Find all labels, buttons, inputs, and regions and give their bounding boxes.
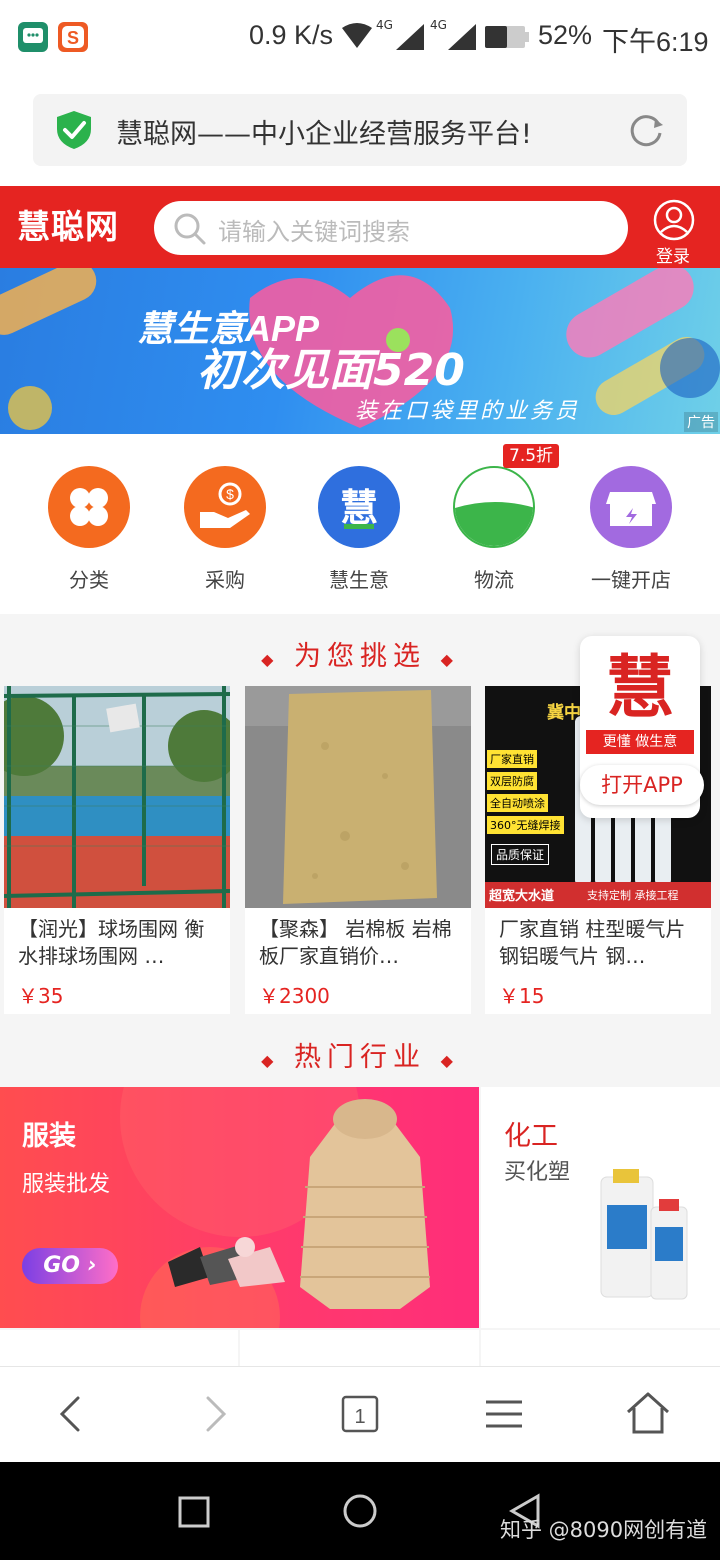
search-placeholder: 请输入关键词搜索 xyxy=(218,218,410,246)
product-title: 【聚森】 岩棉板 岩棉板厂家直销价… xyxy=(259,917,452,968)
site-logo[interactable]: 慧聪网 xyxy=(17,200,119,248)
product-image xyxy=(245,686,471,908)
signal-icon-1 xyxy=(396,24,424,54)
nav-category[interactable]: 分类 xyxy=(29,466,149,592)
network-type-2: 4G xyxy=(430,18,447,32)
radiator-tag: 双层防腐 xyxy=(487,772,537,790)
battery-icon xyxy=(485,26,529,52)
clock: 下午6:19 xyxy=(602,27,709,57)
nav-label: 一键开店 xyxy=(591,568,671,592)
nav-label: 物流 xyxy=(474,568,514,592)
product-price: ￥2300 xyxy=(259,984,330,1008)
go-button[interactable]: GO › xyxy=(22,1248,118,1284)
go-label: GO xyxy=(43,1253,81,1278)
radiator-brand: 冀中 xyxy=(547,703,581,723)
radiator-caption: 支持定制 承接工程 xyxy=(587,889,679,902)
clover-icon xyxy=(48,466,130,548)
radiator-tag: 厂家直销 xyxy=(487,750,537,768)
section-title-text: 热门行业 xyxy=(294,1042,426,1073)
industry-card-partial[interactable] xyxy=(481,1330,720,1366)
nav-open-store[interactable]: 一键开店 xyxy=(571,466,691,592)
product-price: ￥35 xyxy=(18,984,64,1008)
svg-text:$: $ xyxy=(226,486,234,502)
chat-app-icon xyxy=(18,22,48,52)
watermark: 知乎 @8090网创有道 xyxy=(500,1518,708,1542)
radiator-caption: 超宽大水道 xyxy=(489,889,555,904)
svg-text:S: S xyxy=(67,28,79,48)
title-dot: ◆ xyxy=(261,650,280,669)
industry-subtitle: 服装批发 xyxy=(22,1172,111,1197)
home-icon[interactable] xyxy=(624,1390,672,1438)
back-icon[interactable] xyxy=(48,1390,96,1438)
forward-icon[interactable] xyxy=(190,1390,238,1438)
title-dot: ◆ xyxy=(261,1051,280,1070)
industry-card-partial[interactable] xyxy=(240,1330,479,1366)
nav-purchase[interactable]: $ 采购 xyxy=(165,466,285,592)
section-title-text: 为您挑选 xyxy=(294,641,426,672)
app-slogan: 更懂 做生意 xyxy=(586,730,694,754)
nav-label: 采购 xyxy=(205,568,245,592)
product-card[interactable]: 【润光】球场围网 衡水排球场围网 … ￥35 xyxy=(4,686,230,1014)
hui-logo-icon: 慧 xyxy=(318,466,400,548)
search-icon xyxy=(172,211,208,251)
nav-huishengyi[interactable]: 慧 慧生意 xyxy=(299,466,419,592)
svg-text:慧: 慧 xyxy=(340,486,378,530)
title-dot: ◆ xyxy=(440,650,459,669)
product-title: 【润光】球场围网 衡水排球场围网 … xyxy=(18,917,205,968)
secure-shield-icon xyxy=(55,110,93,154)
radiator-tag: 全自动喷涂 xyxy=(487,794,548,812)
battery-percent: 52% xyxy=(538,20,593,50)
industry-subtitle: 买化塑 xyxy=(504,1160,571,1185)
page-title: 慧聪网——中小企业经营服务平台! xyxy=(116,119,532,150)
product-card[interactable]: 【聚森】 岩棉板 岩棉板厂家直销价… ￥2300 xyxy=(245,686,471,1014)
app-logo: 慧 xyxy=(605,649,674,728)
network-type-1: 4G xyxy=(376,18,393,32)
recents-icon[interactable] xyxy=(176,1494,212,1534)
industry-name: 服装 xyxy=(22,1121,76,1152)
system-home-icon[interactable] xyxy=(341,1492,379,1534)
nav-label: 慧生意 xyxy=(329,568,389,592)
radiator-tag: 360°无缝焊接 xyxy=(487,816,564,834)
open-app-button[interactable]: 打开APP xyxy=(580,765,704,805)
user-icon[interactable] xyxy=(652,198,696,246)
menu-icon[interactable] xyxy=(480,1390,528,1438)
nav-logistics[interactable]: 物流 xyxy=(434,466,554,592)
wifi-icon xyxy=(340,22,374,54)
industry-card-partial[interactable] xyxy=(0,1330,238,1366)
signal-icon-2 xyxy=(448,24,476,54)
nav-label: 分类 xyxy=(69,568,109,592)
refresh-icon[interactable] xyxy=(627,111,665,153)
industry-name: 化工 xyxy=(504,1121,558,1152)
tabs-icon[interactable]: 1 xyxy=(336,1390,384,1438)
title-dot: ◆ xyxy=(440,1051,459,1070)
hand-coin-icon: $ xyxy=(184,466,266,548)
banner-subtitle: 装在口袋里的业务员 xyxy=(355,399,581,424)
store-icon xyxy=(590,466,672,548)
section-title-hot: ◆ 热门行业 ◆ xyxy=(0,1035,720,1074)
svg-text:1: 1 xyxy=(354,1406,365,1428)
login-link[interactable]: 登录 xyxy=(656,242,690,267)
radiator-tag: 品质保证 xyxy=(491,844,550,865)
network-speed: 0.9 K/s xyxy=(249,20,334,50)
discount-badge: 7.5折 xyxy=(503,444,560,468)
logistics-icon xyxy=(453,466,535,548)
product-image xyxy=(4,686,230,908)
banner-title-2: 初次见面520 xyxy=(197,345,465,396)
ad-tag: 广告 xyxy=(684,412,718,432)
product-price: ￥15 xyxy=(499,984,545,1008)
s-app-icon: S xyxy=(58,22,88,52)
product-title: 厂家直销 柱型暖气片 钢铝暖气片 钢… xyxy=(499,917,686,968)
